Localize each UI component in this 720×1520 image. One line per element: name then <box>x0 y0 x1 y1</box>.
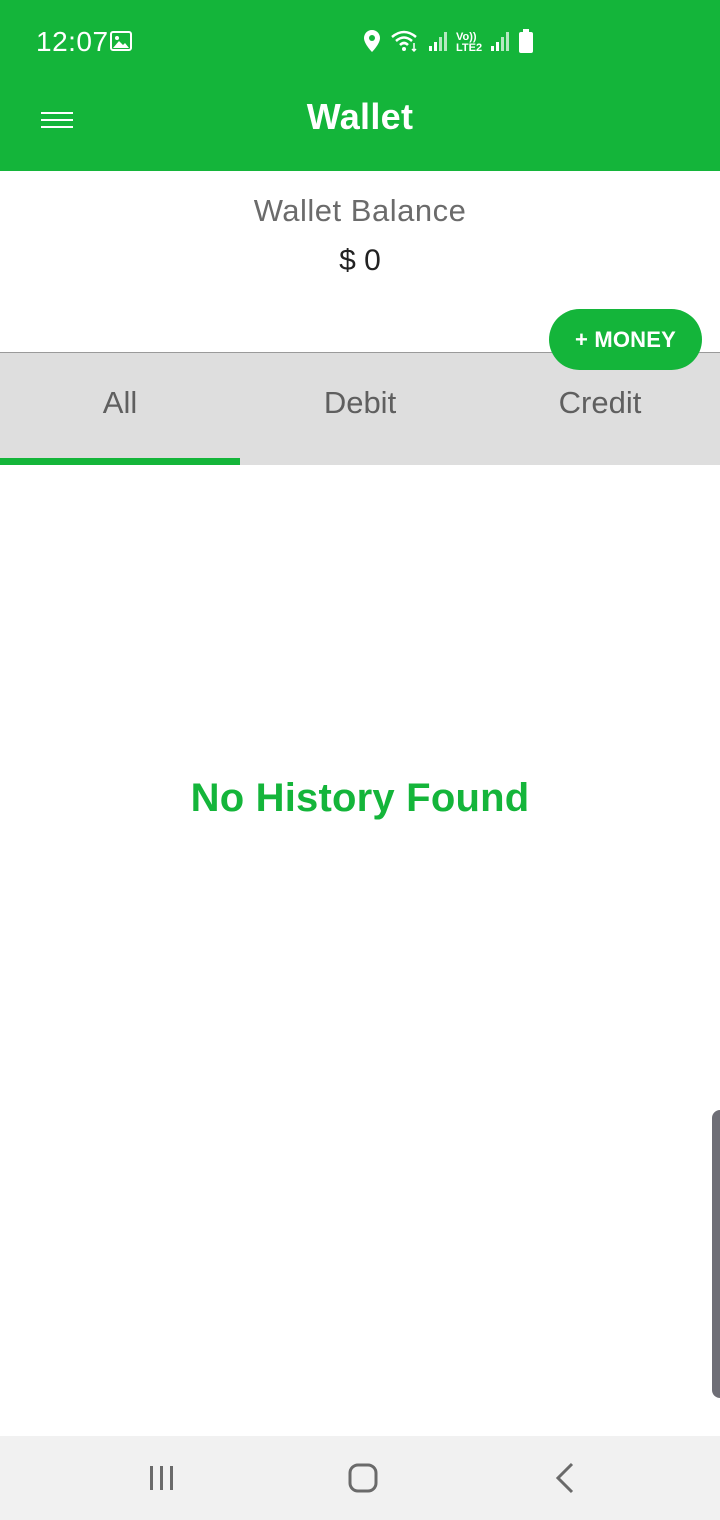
balance-label: Wallet Balance <box>253 193 467 228</box>
app-bar: Wallet <box>0 84 720 171</box>
status-icons: Vo)) LTE2 <box>362 28 534 58</box>
recent-apps-icon <box>142 1466 182 1502</box>
edge-panel-handle[interactable] <box>712 1110 720 1398</box>
system-nav-bar <box>0 1436 720 1520</box>
wallet-screen: 12:07 Vo)) LTE2 Wallet Wallet Balance $ … <box>0 0 720 1520</box>
home-icon <box>343 1463 383 1502</box>
back-icon <box>546 1462 586 1502</box>
tab-all[interactable]: All <box>0 353 240 465</box>
home-button[interactable] <box>343 1458 383 1498</box>
back-button[interactable] <box>546 1458 586 1498</box>
balance-amount: $ 0 <box>339 244 381 277</box>
location-icon <box>362 29 382 58</box>
recent-apps-button[interactable] <box>142 1458 182 1498</box>
volte-icon: Vo)) LTE2 <box>456 31 483 54</box>
add-money-button[interactable]: + MONEY <box>549 309 702 370</box>
status-bar: 12:07 Vo)) LTE2 <box>0 0 720 84</box>
page-title: Wallet <box>306 96 414 137</box>
signal-icon <box>490 30 510 57</box>
tab-debit[interactable]: Debit <box>240 353 480 465</box>
empty-state-message: No History Found <box>190 776 530 820</box>
battery-icon <box>518 28 534 59</box>
gallery-icon <box>110 30 132 52</box>
signal-icon <box>428 30 448 57</box>
wifi-icon <box>390 29 420 58</box>
status-time: 12:07 <box>36 26 109 57</box>
active-tab-indicator <box>0 458 240 465</box>
